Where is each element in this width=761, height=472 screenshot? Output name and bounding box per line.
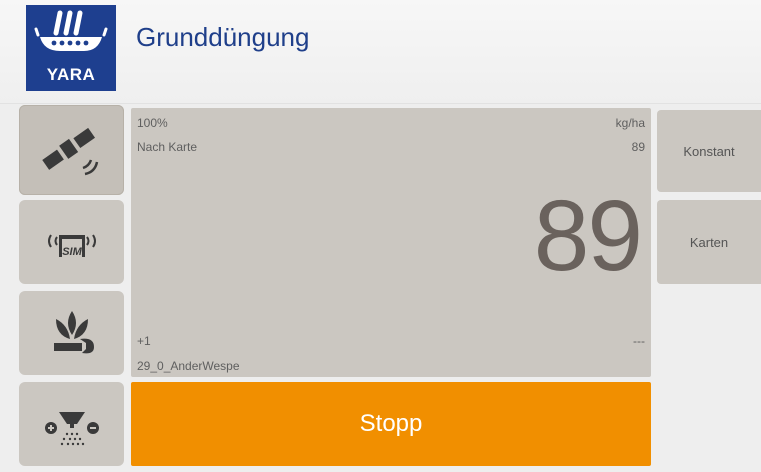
brand-name: YARA (46, 65, 96, 84)
sidebar-item-spreader[interactable] (19, 382, 124, 466)
spreader-icon (44, 412, 99, 446)
sidebar-item-gps[interactable] (19, 105, 124, 195)
header-bar: YARA Grunddüngung (0, 0, 761, 104)
yara-logo: YARA (26, 5, 116, 91)
rate-mode-label: Nach Karte (137, 140, 198, 154)
plant-wrench-icon (53, 311, 94, 354)
rate-offset-value: --- (633, 334, 645, 348)
current-rate-value: 89 (533, 180, 643, 292)
satellite-icon (41, 127, 98, 176)
rate-offset: +1 (137, 334, 151, 348)
constant-mode-button[interactable]: Konstant (657, 110, 761, 192)
stop-button[interactable]: Stopp (131, 382, 651, 466)
sidebar-item-crop-settings[interactable] (19, 291, 124, 375)
rate-target-value: 89 (631, 140, 645, 154)
page-title: Grunddüngung (136, 22, 310, 52)
sidebar-item-simulation[interactable]: SIM (19, 200, 124, 284)
rate-unit: kg/ha (615, 116, 645, 130)
sim-icon-label: SIM (62, 246, 82, 258)
sim-icon: SIM (47, 234, 96, 258)
map-name: 29_0_AnderWespe (137, 359, 240, 373)
viking-ship-icon (34, 10, 108, 51)
rate-percent: 100% (137, 116, 168, 130)
rate-display-panel: 100% kg/ha Nach Karte 89 89 +1 --- 29_0_… (131, 108, 651, 377)
maps-mode-button[interactable]: Karten (657, 200, 761, 284)
